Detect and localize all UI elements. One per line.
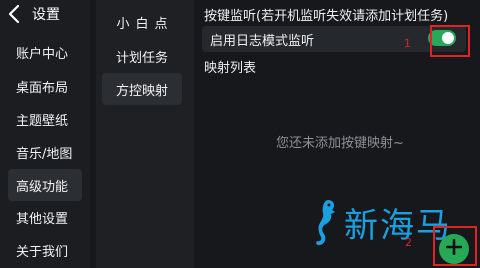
sidebar-item-account[interactable]: 账户中心 [8, 36, 82, 68]
subnav-item-floating-dot[interactable]: 小白点 [102, 6, 182, 38]
sidebar-item-advanced[interactable]: 高级功能 [8, 169, 82, 201]
sidebar: 设置 账户中心 桌面布局 主题壁纸 音乐/地图 高级功能 其他设置 关于我们 [0, 0, 90, 268]
mapping-list-title: 映射列表 [204, 61, 257, 76]
log-mode-label: 启用日志模式监听 [210, 33, 315, 49]
sidebar-item-desktop-layout[interactable]: 桌面布局 [8, 70, 82, 102]
sidebar-item-music-map[interactable]: 音乐/地图 [8, 136, 82, 168]
sidebar-item-theme[interactable]: 主题壁纸 [8, 103, 82, 135]
sidebar-item-about[interactable]: 关于我们 [8, 234, 82, 266]
subnav-item-key-mapping[interactable]: 方控映射 [102, 73, 182, 105]
annotation-marker-2: 2 [405, 236, 412, 249]
seahorse-icon [312, 196, 338, 248]
log-mode-row: 启用日志模式监听 [202, 26, 466, 52]
sidebar-item-other-settings[interactable]: 其他设置 [8, 201, 82, 233]
subnav-item-scheduled-tasks[interactable]: 计划任务 [102, 40, 182, 72]
empty-state-text: 您还未添加按键映射~ [276, 136, 404, 151]
watermark: 新海马 [312, 196, 452, 248]
page-title: 设置 [32, 7, 60, 23]
key-listen-title: 按键监听(若开机监听失效请添加计划任务) [204, 9, 449, 24]
header: 设置 [6, 3, 60, 25]
subnav: 小白点 计划任务 方控映射 [96, 0, 194, 268]
annotation-marker-1: 1 [404, 37, 411, 50]
annotation-box-2 [433, 226, 477, 266]
chevron-left-icon[interactable] [6, 4, 24, 24]
annotation-box-1 [430, 25, 470, 57]
